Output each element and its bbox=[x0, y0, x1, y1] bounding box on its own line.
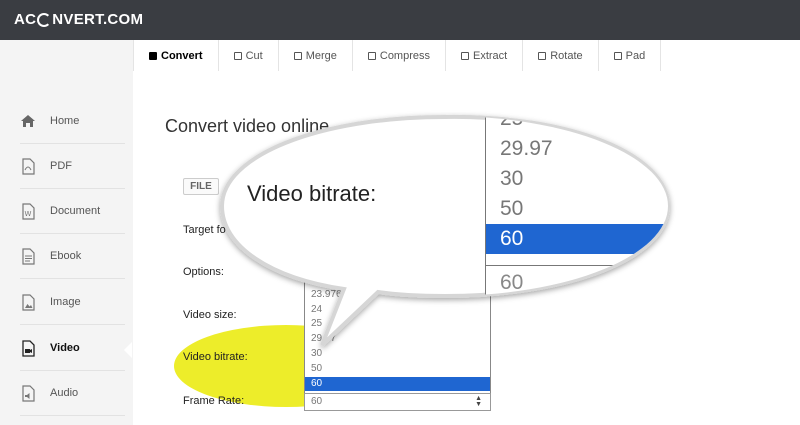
frame-rate-option-selected[interactable]: 60 bbox=[305, 376, 490, 392]
tab-extract[interactable]: Extract bbox=[446, 40, 524, 71]
tab-cut[interactable]: Cut bbox=[218, 40, 279, 71]
tab-convert[interactable]: Convert bbox=[133, 40, 219, 71]
tab-label: Pad bbox=[625, 49, 646, 62]
callout-option: 50 bbox=[500, 197, 524, 220]
callout-option: 29.97 bbox=[500, 137, 553, 160]
callout-options-list: 25 29.97 30 50 60 bbox=[485, 116, 668, 266]
callout-option-selected: 60 bbox=[486, 224, 668, 254]
brand-logo[interactable]: AC NVERT.COM bbox=[14, 11, 143, 28]
file-button[interactable]: FILE bbox=[183, 178, 219, 195]
tab-rotate[interactable]: Rotate bbox=[523, 40, 599, 71]
checkbox-icon bbox=[461, 51, 469, 60]
checkbox-icon bbox=[233, 51, 242, 60]
tab-label: Rotate bbox=[550, 49, 583, 62]
sidebar-item-audio[interactable]: Audio bbox=[20, 371, 125, 416]
refresh-icon bbox=[37, 12, 52, 27]
checkbox-icon bbox=[538, 51, 547, 60]
tab-label: Merge bbox=[305, 49, 337, 62]
top-bar: AC NVERT.COM bbox=[0, 0, 800, 40]
checkbox-icon bbox=[293, 51, 302, 60]
select-arrows-icon: ▲ ▼ bbox=[475, 395, 482, 408]
page-title: Convert video online bbox=[165, 116, 330, 136]
pdf-icon bbox=[20, 157, 36, 175]
sidebar-item-video[interactable]: Video bbox=[20, 326, 125, 371]
callout-select-value: 60 bbox=[500, 271, 524, 294]
svg-text:W: W bbox=[24, 210, 31, 218]
sidebar-item-label: Ebook bbox=[50, 250, 82, 262]
frame-rate-option[interactable]: 29.97 bbox=[305, 332, 490, 347]
sidebar-item-image[interactable]: Image bbox=[20, 280, 125, 325]
checkbox-icon bbox=[613, 51, 622, 60]
sidebar-item-label: PDF bbox=[50, 160, 72, 172]
sidebar-item-home[interactable]: Home bbox=[20, 99, 125, 144]
video-icon bbox=[20, 339, 36, 357]
brand-suffix: NVERT.COM bbox=[52, 11, 144, 28]
tab-label: Compress bbox=[379, 49, 430, 62]
ebook-icon bbox=[20, 247, 36, 265]
frame-rate-option[interactable]: 25 bbox=[305, 317, 490, 332]
brand-prefix: AC bbox=[14, 11, 37, 28]
frame-rate-select-value: 60 bbox=[311, 396, 323, 407]
video-bitrate-label: Video bitrate: bbox=[183, 351, 248, 363]
callout-select: 60 bbox=[485, 265, 668, 296]
callout-option: 25 bbox=[500, 116, 524, 130]
sidebar-item-ebook[interactable]: Ebook bbox=[20, 234, 125, 279]
sidebar-item-label: Document bbox=[50, 205, 101, 217]
sidebar-item-document[interactable]: W Document bbox=[20, 189, 125, 234]
sidebar-item-label: Audio bbox=[50, 387, 79, 399]
sidebar-item-label: Home bbox=[50, 115, 80, 127]
callout-option: 30 bbox=[500, 167, 524, 190]
tab-label: Cut bbox=[245, 49, 263, 62]
tab-compress[interactable]: Compress bbox=[352, 40, 446, 71]
options-label: Options: bbox=[183, 266, 224, 278]
tab-pad[interactable]: Pad bbox=[598, 40, 662, 71]
target-format-label: Target fo bbox=[183, 224, 226, 236]
frame-rate-select[interactable]: 60 ▲ ▼ bbox=[304, 393, 491, 411]
checkbox-icon bbox=[367, 51, 376, 60]
tab-merge[interactable]: Merge bbox=[278, 40, 353, 71]
callout-label: Video bitrate: bbox=[247, 181, 377, 206]
frame-rate-option[interactable]: 24 bbox=[305, 303, 490, 318]
tab-label: Convert bbox=[161, 49, 203, 62]
home-icon bbox=[20, 112, 36, 130]
active-indicator bbox=[124, 342, 132, 358]
sidebar-item-pdf[interactable]: PDF bbox=[20, 144, 125, 189]
video-size-label: Video size: bbox=[183, 309, 237, 321]
sidebar-item-label: Video bbox=[50, 342, 80, 354]
tool-tabs: Convert Cut Merge Compress Extract Rotat… bbox=[133, 40, 662, 71]
checkbox-icon bbox=[149, 51, 157, 60]
audio-icon bbox=[20, 384, 36, 402]
frame-rate-option[interactable]: 30 bbox=[305, 347, 490, 362]
image-icon bbox=[20, 293, 36, 311]
sidebar: Home PDF W Document Ebook Image Video Au… bbox=[0, 40, 133, 425]
tab-label: Extract bbox=[473, 49, 508, 62]
document-icon: W bbox=[20, 202, 36, 220]
frame-rate-option[interactable]: 50 bbox=[305, 362, 490, 377]
frame-rate-label: Frame Rate: bbox=[183, 395, 245, 407]
sidebar-item-label: Image bbox=[50, 296, 81, 308]
